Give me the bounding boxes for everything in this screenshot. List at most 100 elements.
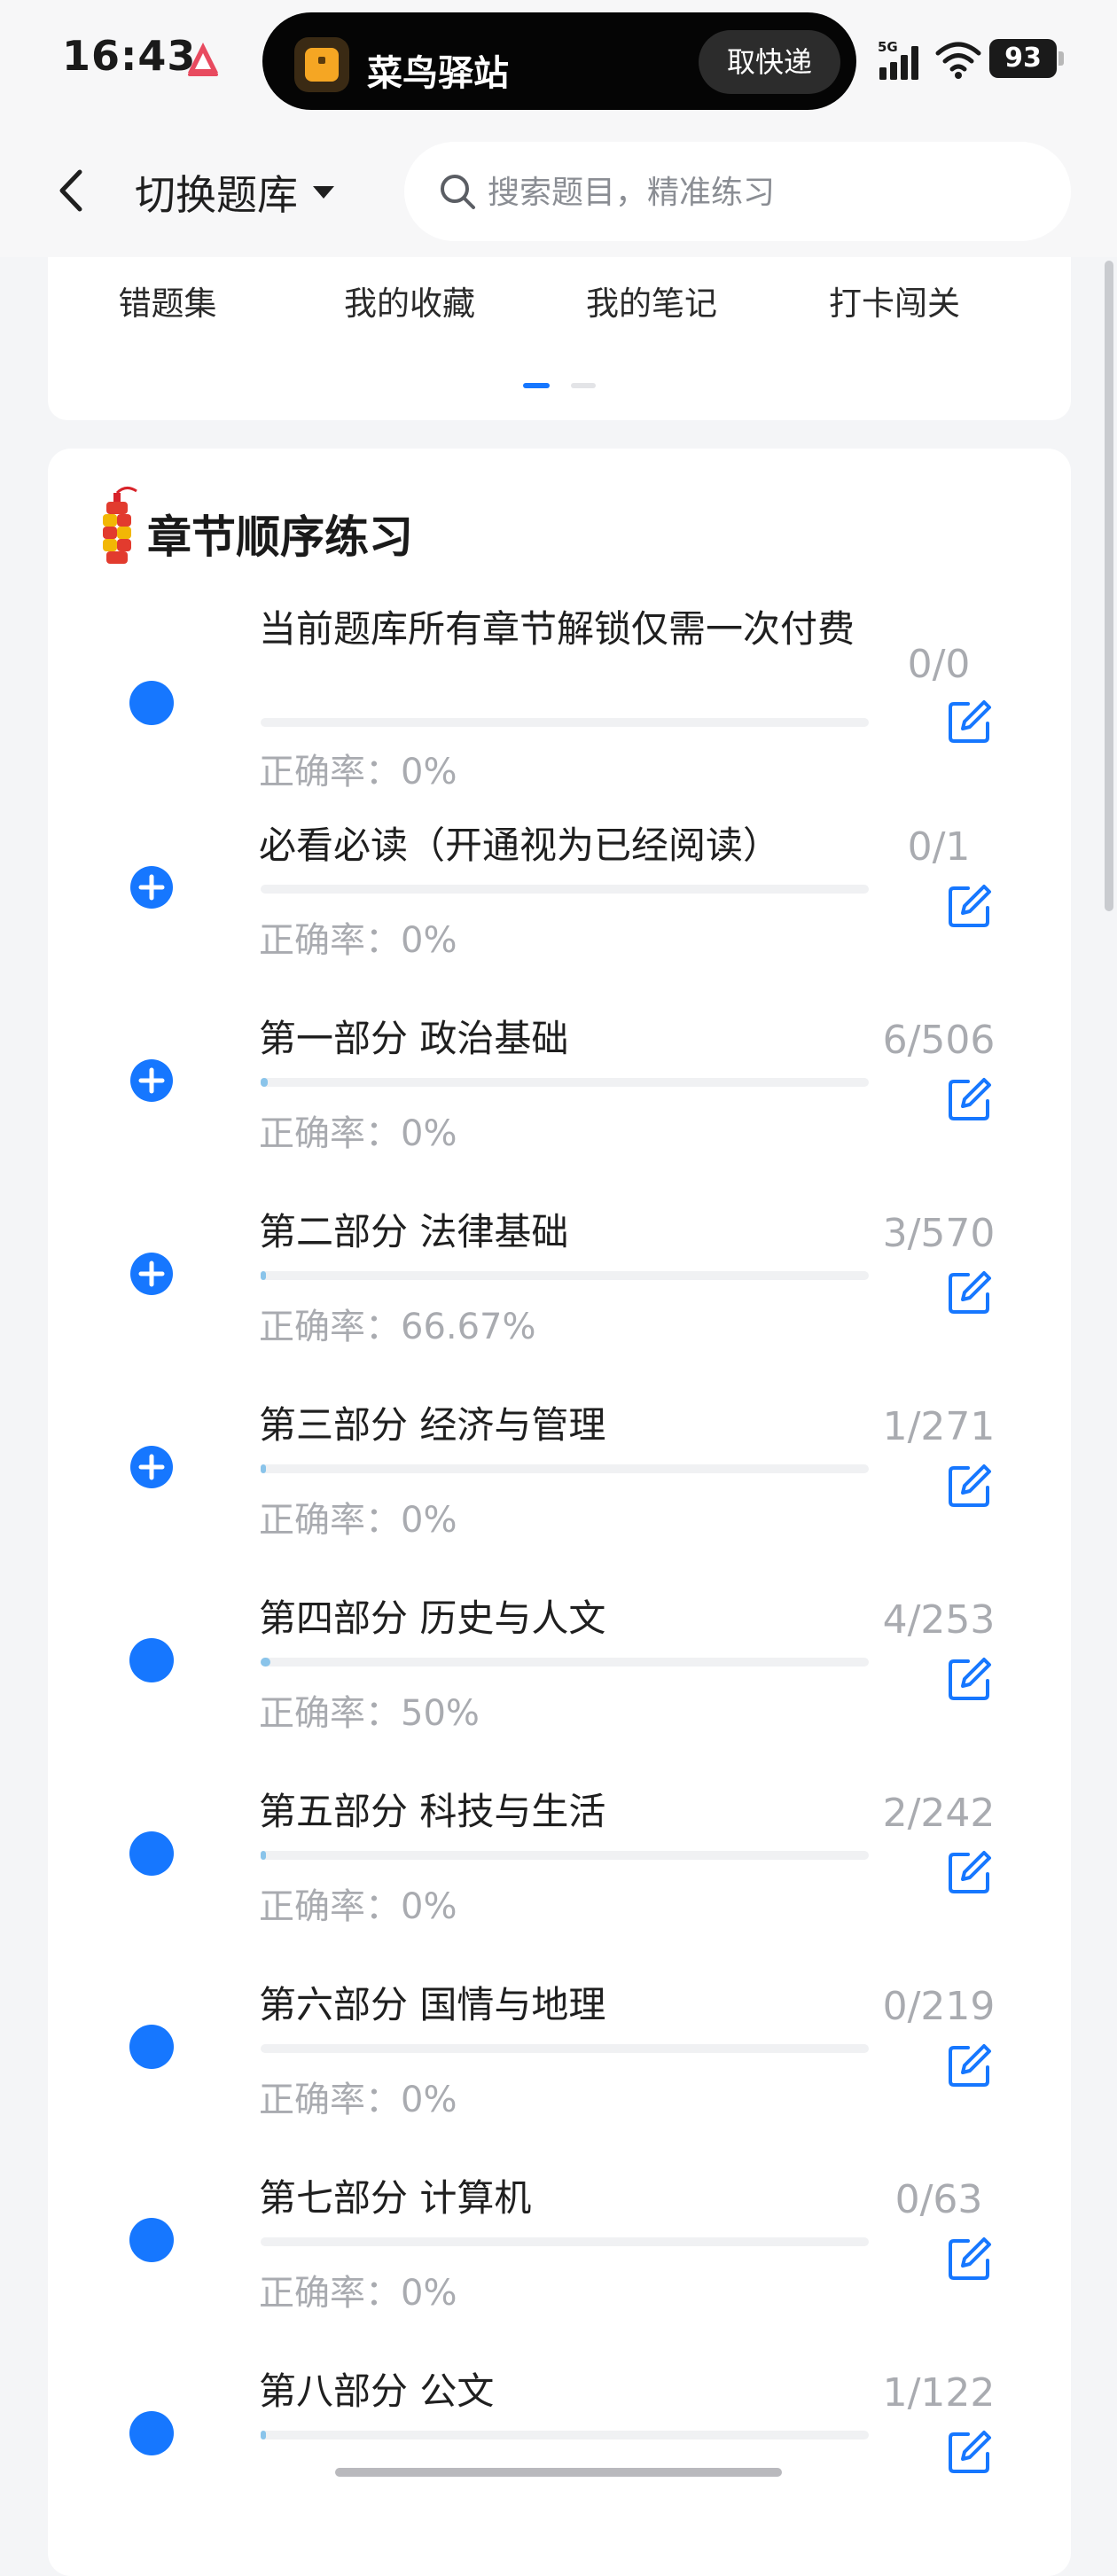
- chapter-name: 第三部分 经济与管理: [259, 1403, 606, 1447]
- accuracy-label: 正确率：0%: [259, 1886, 457, 1927]
- chapter-row[interactable]: 第七部分 计算机 正确率：0% 0/63: [48, 2166, 1071, 2360]
- expand-plus-icon[interactable]: [129, 1252, 174, 1296]
- chapter-row[interactable]: 第六部分 国情与地理 正确率：0% 0/219: [48, 1973, 1071, 2166]
- status-bar: 16:43 菜鸟驿站 取快递 5G 93: [0, 0, 1117, 124]
- chapter-row[interactable]: 必看必读（开通视为已经阅读） 正确率：0% 0/1: [48, 814, 1071, 1007]
- accuracy-label: 正确率：0%: [259, 2080, 457, 2120]
- accuracy-label: 正确率：0%: [259, 920, 457, 961]
- bullet-dot-icon: [129, 1638, 174, 1682]
- expand-plus-icon[interactable]: [129, 1058, 174, 1103]
- shortcut-notes[interactable]: 我的笔记: [532, 277, 771, 324]
- progress-fill: [261, 1851, 266, 1860]
- shortcut-card: 错题集 我的收藏 我的笔记 打卡闯关: [48, 257, 1071, 420]
- chapter-row[interactable]: 第二部分 法律基础 正确率：66.67% 3/570: [48, 1200, 1071, 1393]
- chapter-name: 第七部分 计算机: [259, 2176, 532, 2220]
- edit-note-icon[interactable]: [945, 1461, 995, 1510]
- edit-note-icon[interactable]: [945, 2041, 995, 2090]
- chapter-name: 第八部分 公文: [259, 2369, 495, 2413]
- switch-question-bank[interactable]: 切换题库: [135, 161, 337, 223]
- question-count: 1/271: [882, 1404, 996, 1449]
- question-count: 0/63: [894, 2177, 983, 2222]
- chapter-name: 当前题库所有章节解锁仅需一次付费: [259, 607, 855, 651]
- question-count: 1/122: [882, 2370, 996, 2416]
- edit-note-icon[interactable]: [945, 881, 995, 931]
- accuracy-label: 正确率：50%: [259, 1693, 480, 1734]
- question-count: 0/1: [907, 824, 971, 870]
- question-count: 6/506: [882, 1018, 996, 1063]
- progress-bar: [261, 2044, 869, 2053]
- search-icon: [441, 175, 475, 209]
- firecracker-icon: [103, 487, 137, 564]
- progress-fill: [261, 2431, 266, 2439]
- accuracy-label: 正确率：0%: [259, 1500, 457, 1541]
- edit-note-icon[interactable]: [945, 1268, 995, 1317]
- progress-bar: [261, 1851, 869, 1860]
- search-box[interactable]: [404, 142, 1071, 241]
- chapter-row[interactable]: 第一部分 政治基础 正确率：0% 6/506: [48, 1007, 1071, 1200]
- pickup-button[interactable]: 取快递: [699, 30, 840, 94]
- chapter-row[interactable]: 第五部分 科技与生活 正确率：0% 2/242: [48, 1780, 1071, 1973]
- chapter-row[interactable]: 第三部分 经济与管理 正确率：0% 1/271: [48, 1393, 1071, 1587]
- bullet-dot-icon: [129, 2411, 174, 2455]
- question-count: 3/570: [882, 1211, 996, 1256]
- progress-fill: [261, 1464, 266, 1473]
- expand-plus-icon[interactable]: [129, 1445, 174, 1489]
- edit-note-icon[interactable]: [945, 1074, 995, 1124]
- status-time: 16:43: [62, 32, 197, 80]
- edit-note-icon[interactable]: [945, 1654, 995, 1704]
- chapter-row[interactable]: 第八部分 公文 1/122: [48, 2360, 1071, 2553]
- accuracy-label: 正确率：66.67%: [259, 1307, 536, 1347]
- edit-note-icon[interactable]: [945, 2234, 995, 2283]
- back-icon[interactable]: [46, 160, 99, 222]
- bullet-dot-icon: [129, 2025, 174, 2069]
- progress-bar: [261, 1271, 869, 1280]
- progress-bar: [261, 2431, 869, 2439]
- progress-bar: [261, 2237, 869, 2246]
- progress-bar: [261, 1078, 869, 1087]
- progress-bar: [261, 718, 869, 727]
- bullet-dot-icon: [129, 1831, 174, 1876]
- search-input[interactable]: [486, 165, 1021, 220]
- cellular-signal-icon: 5G: [878, 39, 918, 80]
- battery-indicator: 93: [989, 39, 1064, 78]
- shortcut-wrong-questions[interactable]: 错题集: [48, 277, 287, 324]
- bullet-dot-icon: [129, 681, 174, 725]
- chapter-name: 第六部分 国情与地理: [259, 1983, 606, 2026]
- progress-bar: [261, 1658, 869, 1667]
- shortcut-favorites[interactable]: 我的收藏: [290, 277, 529, 324]
- wifi-icon: [935, 42, 981, 79]
- question-count: 0/219: [882, 1984, 996, 2029]
- progress-bar: [261, 1464, 869, 1473]
- chapter-row[interactable]: 当前题库所有章节解锁仅需一次付费正确率：0% 0/0: [48, 597, 1071, 792]
- island-title: 菜鸟驿站: [367, 53, 509, 94]
- pager-dot: [571, 383, 596, 388]
- edit-note-icon[interactable]: [945, 2427, 995, 2477]
- scrollbar[interactable]: [1105, 261, 1113, 911]
- section-title: 章节顺序练习: [147, 511, 413, 563]
- shortcut-checkin[interactable]: 打卡闯关: [775, 277, 1014, 324]
- chapter-name: 必看必读（开通视为已经阅读）: [259, 824, 781, 867]
- dynamic-island[interactable]: 菜鸟驿站 取快递: [262, 12, 856, 110]
- edit-note-icon[interactable]: [945, 697, 995, 746]
- chapter-card: 章节顺序练习 当前题库所有章节解锁仅需一次付费 正确率：0% 0/0 必看必读（开通视…: [48, 449, 1071, 2576]
- progress-fill: [261, 1658, 270, 1667]
- caret-down-icon: [313, 186, 334, 199]
- home-indicator[interactable]: [335, 2468, 782, 2477]
- chapter-name: 第五部分 科技与生活: [259, 1790, 606, 1833]
- network-type-label: 5G: [878, 39, 898, 55]
- progress-fill: [261, 1271, 266, 1280]
- edit-note-icon[interactable]: [945, 1847, 995, 1897]
- package-icon: [294, 37, 349, 92]
- chapter-row[interactable]: 第四部分 历史与人文 正确率：50% 4/253: [48, 1587, 1071, 1780]
- question-count: 0/0: [907, 642, 971, 687]
- accuracy-label: 正确率：0%: [259, 2273, 457, 2314]
- header: 切换题库: [0, 124, 1117, 257]
- progress-fill: [261, 1078, 269, 1087]
- question-count: 4/253: [882, 1597, 996, 1643]
- chapter-name: 第二部分 法律基础: [259, 1210, 569, 1253]
- expand-plus-icon[interactable]: [129, 865, 174, 909]
- switch-bank-label: 切换题库: [135, 171, 298, 219]
- accuracy-label: 正确率：0%: [259, 1113, 457, 1154]
- accuracy-label: 正确率：0%: [259, 752, 457, 792]
- pager-dot-active: [523, 383, 550, 388]
